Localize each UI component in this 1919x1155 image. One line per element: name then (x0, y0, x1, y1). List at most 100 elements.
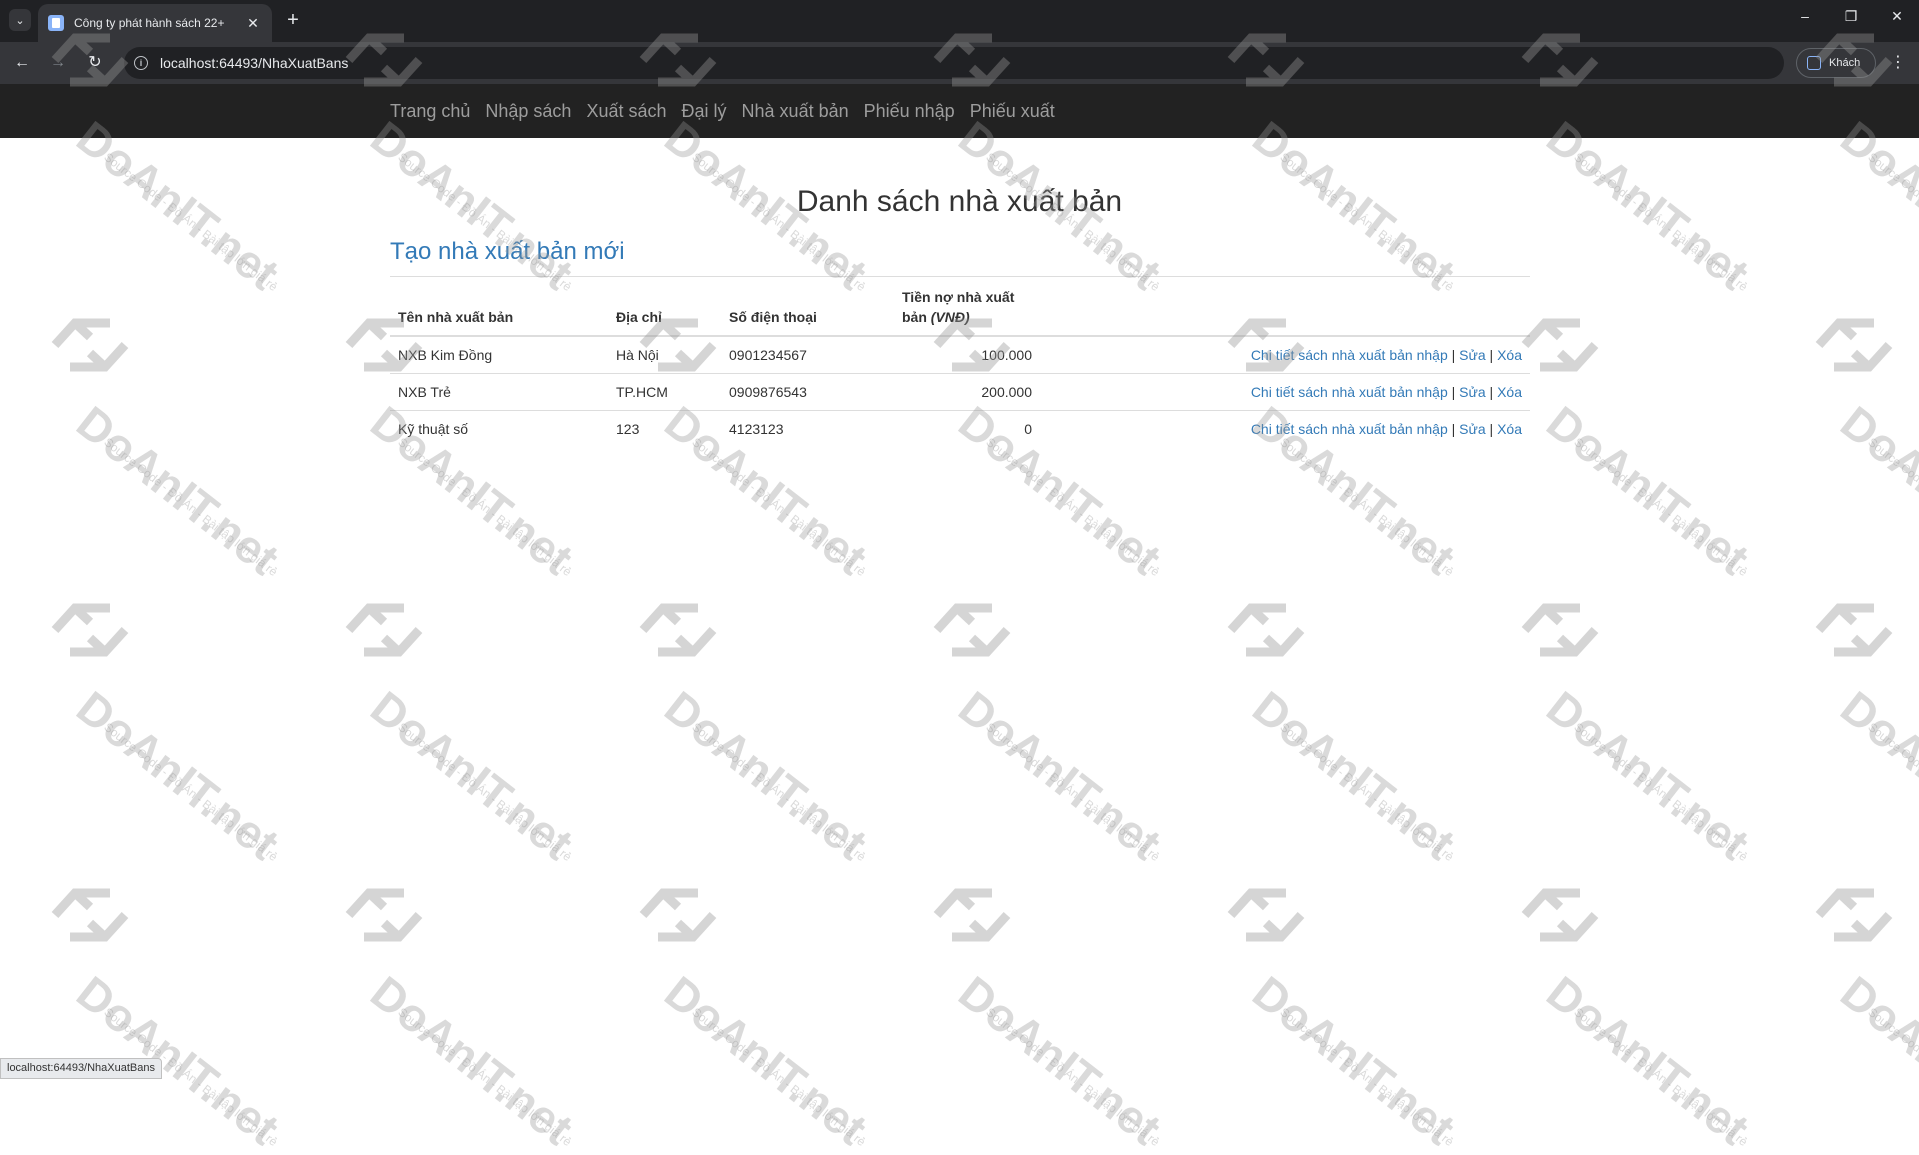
browser-toolbar: ← → ↻ i localhost:64493/NhaXuatBans Khác… (0, 42, 1919, 84)
nav-link-home[interactable]: Trang chủ (390, 101, 470, 122)
watermark-logo-icon (1227, 888, 1305, 942)
site-info-icon[interactable]: i (134, 56, 148, 70)
watermark-tile: DoAnIT.netSource Code - Đồ Án - Bài tập … (344, 885, 644, 1155)
watermark-tile: DoAnIT.netSource Code - Đồ Án - Bài tập … (50, 315, 350, 585)
watermark-tile: DoAnIT.netSource Code - Đồ Án - Bài tập … (932, 600, 1232, 870)
address-url[interactable]: localhost:64493/NhaXuatBans (160, 55, 348, 71)
watermark-subtext: Source Code - Đồ Án - Bài tập lớn giá rẻ (983, 1005, 1163, 1150)
nav-link-export-receipts[interactable]: Phiếu xuất (970, 101, 1055, 122)
publisher-phone: 4123123 (721, 410, 894, 448)
forward-arrow-icon[interactable]: → (47, 52, 69, 74)
nav-links: Trang chủ Nhập sách Xuất sách Đại lý Nhà… (390, 84, 1055, 138)
minimize-window-icon[interactable]: – (1790, 8, 1820, 24)
watermark-logo-icon (51, 318, 129, 372)
back-arrow-icon[interactable]: ← (11, 52, 33, 74)
watermark-tile: DoAnIT.netSource Code - Đồ Án - Bài tập … (1814, 600, 1919, 870)
watermark-subtext: Source Code - Đồ Án - Bài tập lớn giá rẻ (1571, 435, 1751, 580)
watermark-tile: DoAnIT.netSource Code - Đồ Án - Bài tập … (1814, 885, 1919, 1155)
nav-link-import-receipts[interactable]: Phiếu nhập (864, 101, 955, 122)
action-separator: | (1451, 347, 1456, 363)
table-row: Kỹ thuật số 123 4123123 0 Chi tiết sách … (390, 410, 1530, 448)
browser-tab[interactable]: Công ty phát hành sách 22+ ✕ (38, 4, 272, 42)
watermark-text: DoAnIT.net (949, 680, 1171, 870)
address-bar[interactable]: i localhost:64493/NhaXuatBans (124, 47, 1784, 79)
watermark-tile: DoAnIT.netSource Code - Đồ Án - Bài tập … (932, 885, 1232, 1155)
watermark-logo-icon (1227, 603, 1305, 657)
close-tab-icon[interactable]: ✕ (244, 15, 262, 32)
profile-button[interactable]: Khách (1796, 48, 1876, 78)
debt-header-unit: (VNĐ) (930, 309, 970, 325)
restore-window-icon[interactable]: ❐ (1836, 8, 1866, 25)
publisher-address: Hà Nội (608, 335, 721, 374)
watermark-overlay: DoAnIT.net Source Code - Đồ Án - Bài tập … (0, 0, 1919, 1155)
nav-link-publishers[interactable]: Nhà xuất bản (742, 101, 849, 122)
publisher-phone: 0901234567 (721, 335, 894, 374)
profile-label: Khách (1829, 57, 1861, 69)
nav-link-import-books[interactable]: Nhập sách (485, 101, 571, 122)
watermark-logo-icon (1521, 603, 1599, 657)
watermark-subtext: Source Code - Đồ Án - Bài tập lớn giá rẻ (1277, 150, 1457, 295)
page-favicon-icon (48, 15, 64, 31)
watermark-subtext: Source Code - Đồ Án - Bài tập lớn giá rẻ (1865, 435, 1919, 579)
action-separator: | (1451, 384, 1456, 400)
edit-link[interactable]: Sửa (1459, 384, 1486, 400)
close-window-icon[interactable]: ✕ (1882, 8, 1912, 25)
edit-link[interactable]: Sửa (1459, 347, 1486, 363)
watermark-subtext: Source Code - Đồ Án - Bài tập lớn giá rẻ (395, 150, 575, 295)
status-bar-url: localhost:64493/NhaXuatBans (0, 1058, 162, 1079)
watermark-text: DoAnIT.net (655, 680, 877, 870)
tab-search-chevron-icon[interactable]: ⌄ (9, 9, 31, 31)
watermark-logo-icon (1815, 888, 1893, 942)
watermark-subtext: Source Code - Đồ Án - Bài tập lớn giá rẻ (101, 150, 281, 295)
publisher-name: Kỹ thuật số (390, 410, 608, 448)
publishers-table: Tên nhà xuất bản Địa chỉ Số điện thoại T… (390, 276, 1530, 448)
reload-icon[interactable]: ↻ (84, 52, 106, 74)
details-link[interactable]: Chi tiết sách nhà xuất bản nhập (1251, 421, 1448, 437)
row-actions: Chi tiết sách nhà xuất bản nhập | Sửa | … (1040, 410, 1530, 448)
nav-link-agents[interactable]: Đại lý (682, 101, 727, 122)
watermark-logo-icon (933, 603, 1011, 657)
new-tab-plus-icon[interactable]: + (282, 9, 304, 31)
watermark-text: DoAnIT.net (949, 965, 1171, 1155)
watermark-subtext: Source Code - Đồ Án - Bài tập lớn giá rẻ (395, 435, 575, 580)
watermark-logo-icon (1815, 603, 1893, 657)
action-separator: | (1451, 421, 1456, 438)
watermark-subtext: Source Code - Đồ Án - Bài tập lớn giá rẻ (1571, 720, 1751, 865)
watermark-text: DoAnIT.net (1537, 965, 1759, 1155)
delete-link[interactable]: Xóa (1497, 421, 1522, 437)
watermark-subtext: Source Code - Đồ Án - Bài tập lớn giá rẻ (1865, 720, 1919, 864)
watermark-subtext: Source Code - Đồ Án - Bài tập lớn giá rẻ (395, 1005, 575, 1150)
nav-link-export-books[interactable]: Xuất sách (586, 101, 666, 122)
watermark-logo-icon (639, 888, 717, 942)
details-link[interactable]: Chi tiết sách nhà xuất bản nhập (1251, 384, 1448, 400)
edit-link[interactable]: Sửa (1459, 421, 1486, 437)
table-header-row: Tên nhà xuất bản Địa chỉ Số điện thoại T… (390, 276, 1530, 337)
publisher-debt: 200.000 (894, 373, 1040, 411)
watermark-text: DoAnIT.net (655, 965, 877, 1155)
watermark-text: DoAnIT.net (1831, 965, 1919, 1155)
browser-menu-icon[interactable]: ⋮ (1888, 52, 1908, 72)
watermark-tile: DoAnIT.netSource Code - Đồ Án - Bài tập … (1226, 600, 1526, 870)
tab-title: Công ty phát hành sách 22+ (74, 16, 225, 30)
watermark-subtext: Source Code - Đồ Án - Bài tập lớn giá rẻ (689, 720, 869, 865)
publisher-debt: 0 (894, 410, 1040, 448)
column-header-name: Tên nhà xuất bản (390, 276, 608, 337)
watermark-text: DoAnIT.net (1831, 395, 1919, 585)
watermark-text: DoAnIT.net (1831, 680, 1919, 870)
watermark-tile: DoAnIT.netSource Code - Đồ Án - Bài tập … (1520, 315, 1820, 585)
delete-link[interactable]: Xóa (1497, 384, 1522, 400)
details-link[interactable]: Chi tiết sách nhà xuất bản nhập (1251, 347, 1448, 363)
row-actions: Chi tiết sách nhà xuất bản nhập | Sửa | … (1040, 335, 1530, 374)
watermark-subtext: Source Code - Đồ Án - Bài tập lớn giá rẻ (1571, 1005, 1751, 1150)
watermark-text: DoAnIT.net (1537, 395, 1759, 585)
column-header-address: Địa chỉ (608, 276, 721, 337)
watermark-logo-icon (51, 888, 129, 942)
watermark-subtext: Source Code - Đồ Án - Bài tập lớn giá rẻ (983, 435, 1163, 580)
watermark-logo-icon (1521, 888, 1599, 942)
publisher-debt: 100.000 (894, 335, 1040, 374)
watermark-text: DoAnIT.net (361, 680, 583, 870)
create-publisher-link[interactable]: Tạo nhà xuất bản mới (390, 238, 625, 266)
action-separator: | (1489, 384, 1494, 400)
delete-link[interactable]: Xóa (1497, 347, 1522, 363)
watermark-subtext: Source Code - Đồ Án - Bài tập lớn giá rẻ (983, 720, 1163, 865)
